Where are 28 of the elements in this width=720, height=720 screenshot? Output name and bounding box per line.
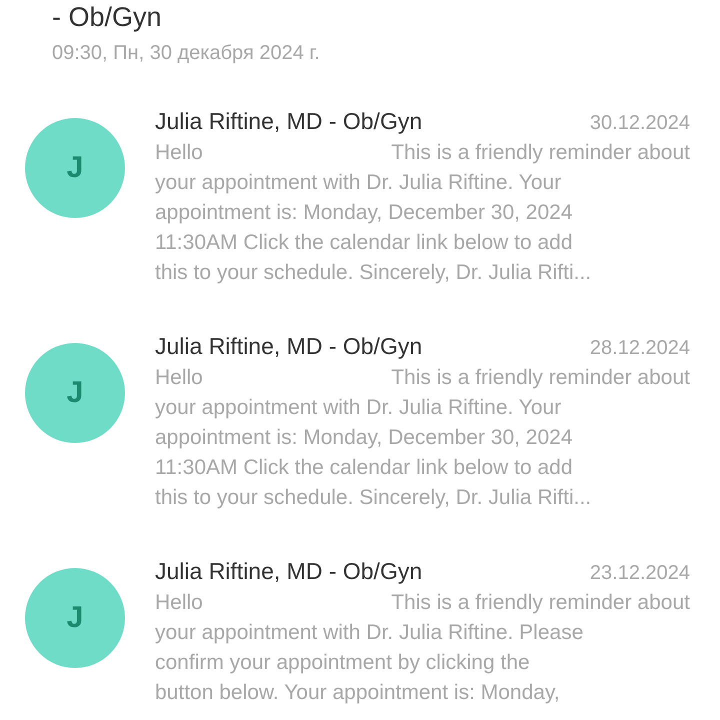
preview-text: Hello	[155, 140, 203, 166]
preview-text: 11:30AM Click the calendar link below to add	[155, 455, 574, 481]
preview-text: this to your schedule. Sincerely, Dr. Julia Rifti...	[155, 260, 592, 286]
preview-text: this to your schedule. Sincerely, Dr. Julia Rifti...	[155, 485, 592, 511]
message-date: 23.12.2024	[590, 562, 690, 585]
preview-text: This is a friendly reminder about	[391, 590, 690, 616]
message-title: - Ob/Gyn	[52, 1, 163, 34]
preview-text: button below. Your appointment is: Monday,	[155, 680, 561, 706]
preview-text: Hello	[155, 590, 203, 616]
sender-name: Julia Riftine, MD - Ob/Gyn	[155, 107, 422, 136]
message-date: 28.12.2024	[590, 337, 690, 360]
preview-text: This is a friendly reminder about	[391, 140, 690, 166]
preview-text: your appointment with Dr. Julia Riftine. Your	[155, 395, 562, 421]
preview-text: your appointment with Dr. Julia Riftine. Please	[155, 620, 584, 646]
preview-text: appointment is: Monday, December 30, 2024	[155, 425, 574, 451]
avatar: J	[25, 343, 125, 443]
sender-name: Julia Riftine, MD - Ob/Gyn	[155, 557, 422, 586]
preview-text: 11:30AM Click the calendar link below to add	[155, 230, 574, 256]
avatar: J	[25, 118, 125, 218]
preview-text: This is a friendly reminder about	[391, 365, 690, 391]
message-datetime: 09:30, Пн, 30 декабря 2024 г.	[52, 41, 321, 66]
sender-name: Julia Riftine, MD - Ob/Gyn	[155, 332, 422, 361]
preview-text: confirm your appointment by clicking the	[155, 650, 531, 676]
preview-text: Hello	[155, 365, 203, 391]
preview-text: your appointment with Dr. Julia Riftine. Your	[155, 170, 562, 196]
preview-text: appointment is: Monday, December 30, 2024	[155, 200, 574, 226]
message-date: 30.12.2024	[590, 112, 690, 135]
avatar: J	[25, 568, 125, 668]
